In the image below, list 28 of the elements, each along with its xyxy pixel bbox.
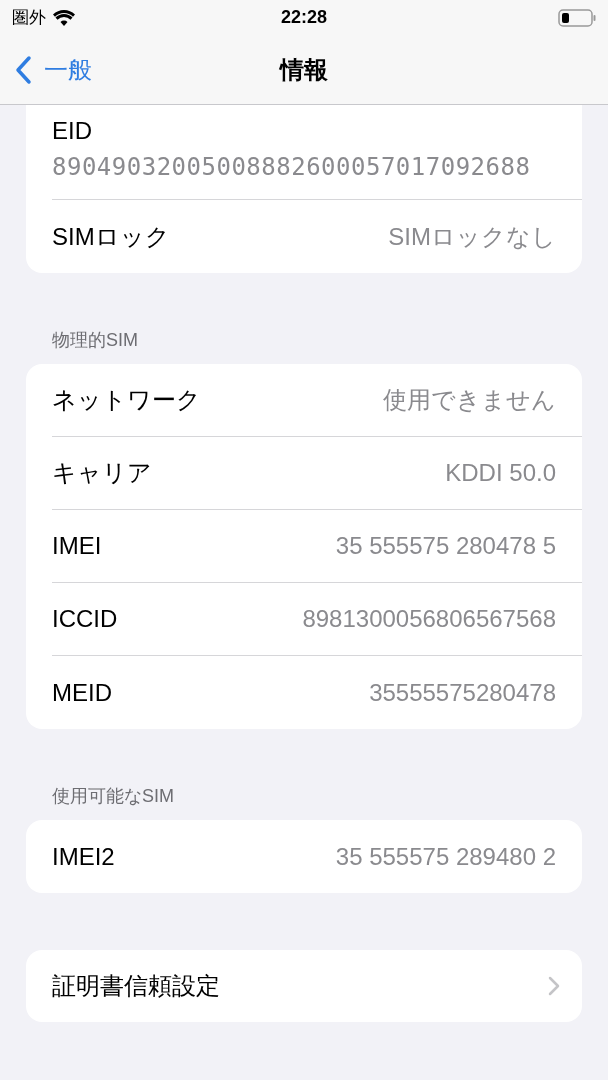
back-button[interactable]: 一般 <box>14 35 92 104</box>
row-value: 35555575280478 <box>369 677 556 708</box>
row-value: 35 555575 280478 5 <box>335 531 556 561</box>
row-label: IMEI <box>52 531 102 561</box>
section-header: 使用可能なSIM <box>51 785 175 808</box>
row-value: SIMロックなし <box>388 221 556 252</box>
row-label: ネットワーク <box>52 385 201 415</box>
carrier-text: 圏外 <box>12 6 46 29</box>
row-value: 使用できません <box>383 385 556 415</box>
row-value: KDDI 50.0 <box>445 458 556 488</box>
clock-text: 22:28 <box>280 6 327 29</box>
row-label: EID <box>52 116 93 146</box>
settings-row[interactable]: 証明書信頼設定 <box>26 950 582 1022</box>
battery-icon <box>558 8 596 27</box>
chevron-left-icon <box>14 54 32 85</box>
row-label: SIMロック <box>52 221 170 252</box>
row-label: キャリア <box>52 458 152 488</box>
row-label: MEID <box>52 677 112 708</box>
section-header: 物理的SIM <box>51 329 139 352</box>
chevron-icon <box>548 976 560 996</box>
row-value: 89049032005008882600057017092688 <box>52 152 532 183</box>
row-label: IMEI2 <box>52 841 115 872</box>
row-value: 35 555575 289480 2 <box>335 841 556 872</box>
row-label: ICCID <box>52 604 118 634</box>
row-label: 証明書信頼設定 <box>52 971 220 1001</box>
row-value: 8981300056806567568 <box>302 604 556 634</box>
page-title: 情報 <box>280 54 328 85</box>
wifi-icon <box>52 8 76 27</box>
